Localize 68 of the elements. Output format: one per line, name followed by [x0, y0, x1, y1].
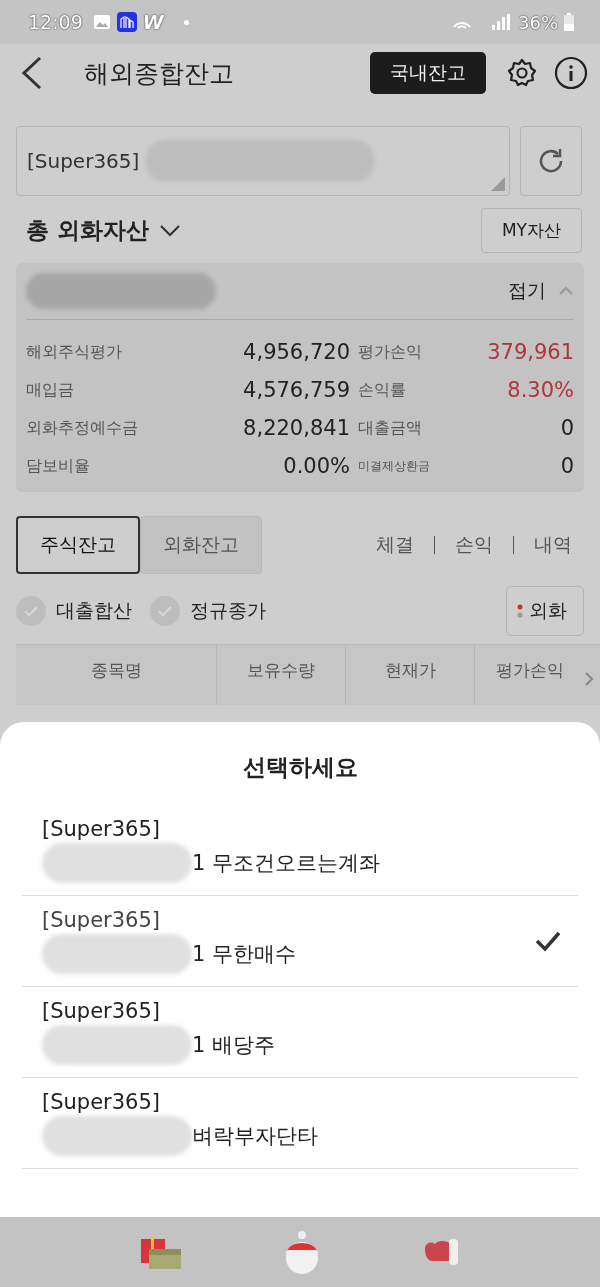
gift-icon[interactable]: [139, 1233, 183, 1271]
back-icon[interactable]: [20, 56, 42, 90]
metric-value: 8.30%: [506, 378, 574, 402]
history-link[interactable]: 체결: [376, 532, 414, 558]
column-header: 종목명: [16, 645, 217, 705]
checkmark-icon: [534, 929, 562, 953]
chevron-down-icon[interactable]: [159, 223, 181, 238]
tab[interactable]: 외화잔고: [140, 516, 262, 574]
total-assets-title[interactable]: 총 외화자산: [26, 215, 149, 246]
account-option[interactable]: [Super365] 1 무조건오르는계좌: [22, 805, 578, 896]
collapse-link[interactable]: 접기: [508, 278, 546, 304]
my-assets-button[interactable]: MY자산: [480, 208, 582, 253]
account-selector[interactable]: [Super365]: [16, 126, 510, 196]
metric-label: 손익률: [357, 379, 407, 401]
settings-icon[interactable]: [506, 57, 538, 89]
metric-label: 평가손익: [357, 341, 423, 363]
filter-label[interactable]: 대출합산: [56, 598, 132, 624]
tab[interactable]: 주식잔고: [16, 516, 140, 574]
column-header: 평가손익: [495, 659, 565, 682]
battery-level: 36%: [518, 11, 558, 33]
domestic-balance-button[interactable]: 국내잔고: [370, 52, 486, 94]
image-icon: [92, 14, 111, 30]
metric-value: 4,576,759: [242, 378, 350, 402]
account-prefix: [Super365]: [42, 908, 161, 932]
sheet-title: 선택하세요: [241, 753, 359, 782]
app-icon: [116, 12, 137, 32]
history-link[interactable]: 손익: [455, 532, 493, 558]
refresh-button[interactable]: [520, 126, 582, 196]
signal-icon: [452, 13, 512, 31]
clock: 12:09: [28, 11, 83, 33]
resize-corner-icon: [491, 177, 505, 191]
currency-button[interactable]: 외화: [506, 586, 584, 636]
metric-label: 매입금: [26, 379, 75, 401]
account-option[interactable]: [Super365] 1 무한매수: [22, 896, 578, 987]
metric-label: 외화추정예수금: [26, 417, 139, 439]
metric-label: 담보비율: [26, 455, 91, 477]
chevron-right-icon[interactable]: [584, 671, 594, 687]
metric-value: 0.00%: [282, 454, 350, 478]
metric-label: 미결제상환금: [357, 457, 431, 475]
dot-icon: [183, 19, 189, 25]
account-prefix: [Super365]: [42, 817, 161, 841]
metric-value: 8,220,841: [242, 416, 350, 440]
history-link[interactable]: 내역: [534, 532, 572, 558]
metric-label: 해외주식평가: [26, 341, 123, 363]
account-prefix: [Super365]: [42, 1090, 161, 1114]
check-circle-icon[interactable]: [150, 596, 180, 626]
info-icon[interactable]: [554, 56, 588, 90]
account-option[interactable]: [Super365] 벼락부자단타: [22, 1078, 578, 1169]
account-name: 1 무한매수: [192, 941, 297, 968]
account-name: 1 무조건오르는계좌: [192, 850, 381, 877]
check-circle-icon[interactable]: [16, 596, 46, 626]
metric-label: 대출금액: [357, 417, 423, 439]
app-letter: W: [142, 11, 164, 33]
metric-value: 379,961: [486, 340, 574, 364]
dots-icon: [517, 603, 523, 619]
account-prefix: [Super365]: [27, 149, 140, 173]
battery-icon: [564, 13, 574, 31]
column-header: 현재가: [346, 645, 475, 705]
metric-value: 0: [559, 454, 574, 478]
metric-value: 4,956,720: [242, 340, 350, 364]
filter-label[interactable]: 정규종가: [190, 598, 266, 624]
column-header: 보유수량: [217, 645, 346, 705]
page-title: 해외종합잔고: [84, 57, 234, 90]
account-prefix: [Super365]: [42, 999, 161, 1023]
account-name: 벼락부자단타: [192, 1123, 318, 1150]
metric-value: 0: [559, 416, 574, 440]
account-name: 1 배당주: [192, 1032, 276, 1059]
account-option[interactable]: [Super365] 1 배당주: [22, 987, 578, 1078]
